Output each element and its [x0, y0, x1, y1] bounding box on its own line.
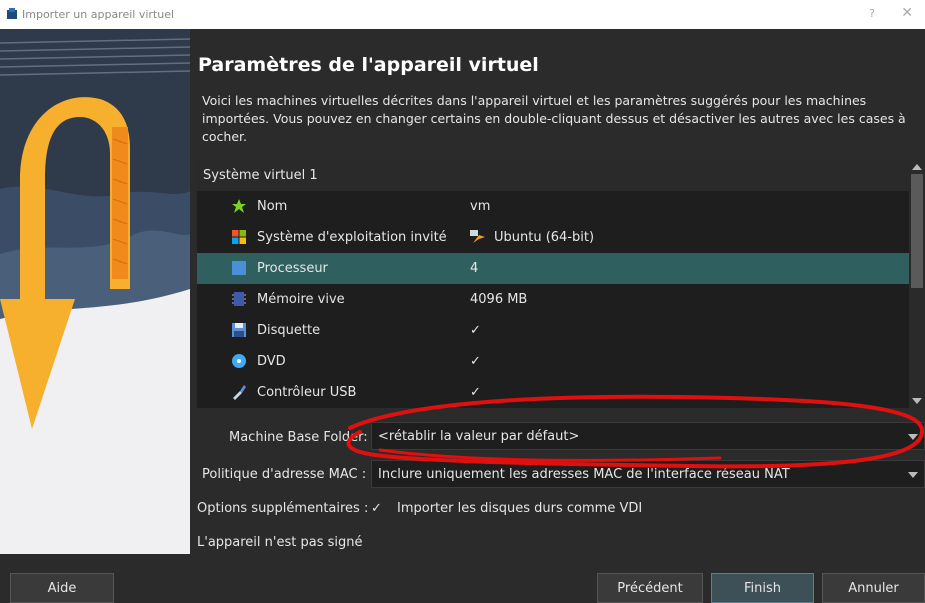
tree-row-checkmark[interactable]: ✓ [470, 323, 481, 338]
page-description: Voici les machines virtuelles décrites d… [202, 93, 906, 144]
chevron-down-icon[interactable] [908, 472, 918, 478]
mac-policy-combobox[interactable]: Inclure uniquement les adresses MAC de l… [371, 460, 925, 488]
tree-row-label: Système d'exploitation invité [257, 230, 447, 245]
tree-row-name[interactable]: Nom vm [197, 191, 909, 222]
tree-row-label: Nom [257, 199, 288, 214]
wizard-banner-image [0, 29, 190, 554]
cancel-button[interactable]: Annuler [822, 573, 925, 603]
mac-policy-label: Politique d'adresse MAC : [202, 467, 367, 482]
help-icon[interactable]: ? [869, 7, 875, 20]
previous-button[interactable]: Précédent [597, 573, 703, 603]
name-icon [232, 199, 246, 213]
scroll-down-icon[interactable] [912, 398, 922, 404]
mac-policy-value: Inclure uniquement les adresses MAC de l… [378, 467, 790, 482]
tree-row-usb[interactable]: Contrôleur USB ✓ [197, 377, 909, 408]
processor-icon [232, 261, 246, 275]
signature-status: L'appareil n'est pas signé [197, 535, 363, 550]
tree-row-label: Disquette [257, 323, 321, 338]
tree-row-value[interactable]: 4 [470, 261, 478, 276]
tree-row-label: Mémoire vive [257, 292, 345, 307]
import-vdi-label[interactable]: Importer les disques durs comme VDI [397, 501, 642, 516]
chevron-down-icon[interactable] [908, 434, 918, 440]
memory-icon [232, 292, 246, 306]
appliance-settings-tree[interactable]: Système virtuel 1 Nom vm Système d'explo… [197, 160, 909, 408]
base-folder-label: Machine Base Folder: [229, 430, 368, 445]
tree-group-label: Système virtuel 1 [203, 168, 318, 183]
scrollbar-thumb[interactable] [911, 174, 923, 288]
usb-icon [233, 385, 246, 400]
floppy-icon [232, 323, 246, 337]
tree-row-floppy[interactable]: Disquette ✓ [197, 315, 909, 346]
tree-row-label: Contrôleur USB [257, 385, 357, 400]
tree-group-virtual-system[interactable]: Système virtuel 1 [197, 160, 909, 191]
window-title: Importer un appareil virtuel [22, 8, 175, 21]
scroll-up-icon[interactable] [912, 164, 922, 170]
tree-row-processor[interactable]: Processeur 4 [197, 253, 909, 284]
extra-options-label: Options supplémentaires : [197, 501, 369, 516]
tree-row-memory[interactable]: Mémoire vive 4096 MB [197, 284, 909, 315]
base-folder-value: <rétablir la valeur par défaut> [378, 429, 580, 444]
tree-row-value[interactable]: Ubuntu (64-bit) [494, 230, 594, 245]
tree-row-value[interactable]: vm [470, 199, 490, 214]
tree-row-checkmark[interactable]: ✓ [470, 385, 481, 400]
help-button[interactable]: Aide [10, 573, 114, 603]
tree-vertical-scrollbar[interactable] [909, 160, 925, 408]
tree-row-label: Processeur [257, 261, 328, 276]
tree-row-value[interactable]: 4096 MB [470, 292, 527, 307]
title-bar: Importer un appareil virtuel ? ✕ [0, 0, 925, 29]
base-folder-combobox[interactable]: <rétablir la valeur par défaut> [371, 422, 925, 450]
tree-row-checkmark[interactable]: ✓ [470, 354, 481, 369]
import-vdi-checkbox[interactable]: ✓ [371, 501, 382, 516]
dvd-icon [232, 354, 246, 368]
page-title: Paramètres de l'appareil virtuel [198, 54, 539, 76]
tree-row-label: DVD [257, 354, 286, 369]
close-icon[interactable]: ✕ [901, 5, 913, 21]
virtualbox-icon [7, 8, 17, 19]
tree-row-os[interactable]: Système d'exploitation invité Ubuntu (64… [197, 222, 909, 253]
tree-row-dvd[interactable]: DVD ✓ [197, 346, 909, 377]
ubuntu-icon [470, 230, 485, 243]
finish-button[interactable]: Finish [711, 573, 814, 603]
os-icon [232, 230, 246, 244]
